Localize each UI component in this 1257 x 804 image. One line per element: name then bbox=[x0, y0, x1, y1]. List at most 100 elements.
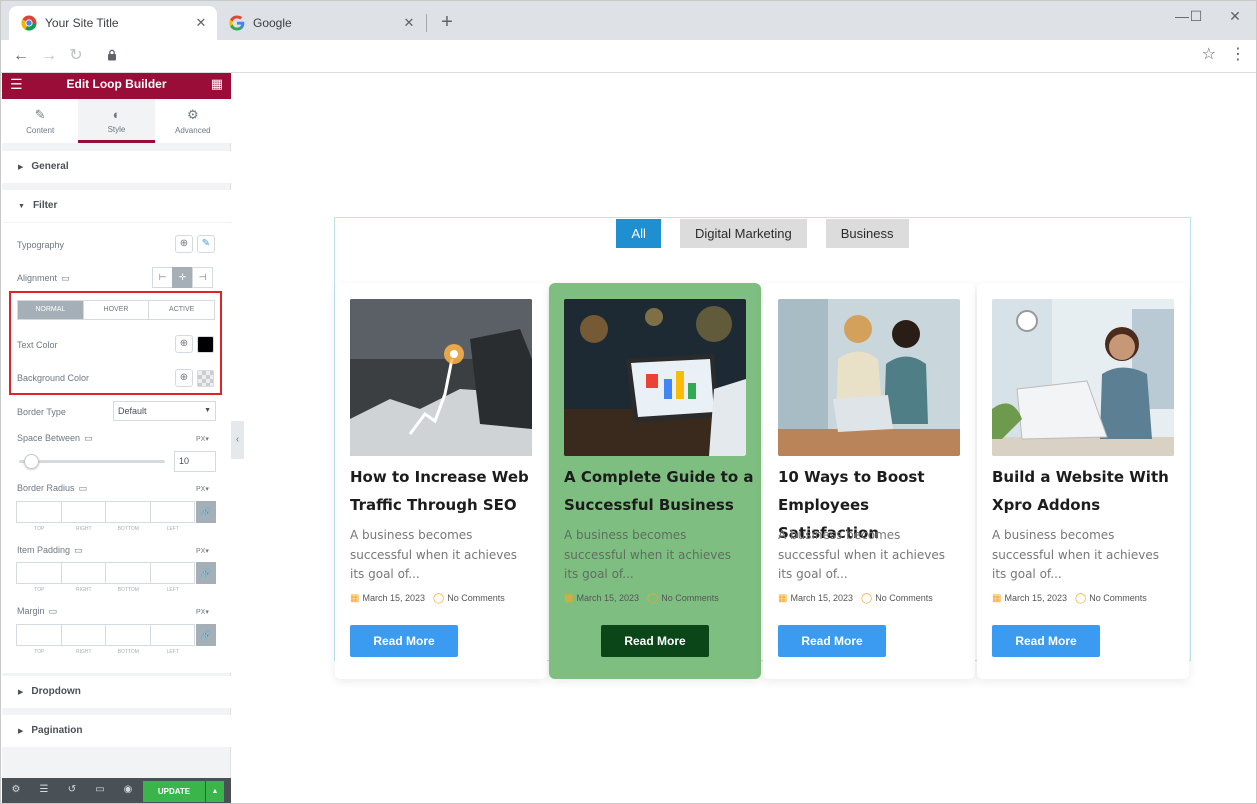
post-meta: ▦ March 15, 2023 ◯ No Comments bbox=[350, 593, 505, 604]
dim-bottom-input[interactable] bbox=[105, 562, 151, 584]
unit-selector[interactable]: PX▾ bbox=[196, 547, 209, 555]
post-image[interactable] bbox=[350, 299, 532, 456]
read-more-button[interactable]: Read More bbox=[601, 625, 709, 657]
layers-icon[interactable]: ☰ bbox=[36, 784, 52, 795]
read-more-button[interactable]: Read More bbox=[350, 625, 458, 657]
dim-right-input[interactable] bbox=[60, 562, 106, 584]
comment-icon: ◯ bbox=[647, 593, 659, 604]
tab-advanced[interactable]: ⚙ Advanced bbox=[155, 99, 231, 143]
responsive-mode-icon[interactable]: ▭ bbox=[92, 784, 108, 795]
update-button[interactable]: UPDATE bbox=[143, 781, 205, 802]
section-general[interactable]: ▶ General bbox=[2, 151, 231, 183]
link-values-icon[interactable]: 🔗 bbox=[196, 562, 216, 584]
post-excerpt: A business becomes successful when it ac… bbox=[564, 528, 732, 581]
widgets-grid-icon[interactable]: ▦ bbox=[211, 73, 223, 95]
google-icon bbox=[229, 15, 245, 31]
post-excerpt: A business becomes successful when it ac… bbox=[992, 528, 1160, 581]
align-left-icon[interactable]: ⊢ bbox=[152, 267, 173, 288]
margin-inputs bbox=[16, 624, 195, 646]
bookmark-star-icon[interactable]: ☆ bbox=[1202, 44, 1216, 64]
section-filter[interactable]: ▼ Filter bbox=[2, 190, 231, 222]
alignment-label: Alignment ▭ bbox=[17, 273, 70, 283]
read-more-button[interactable]: Read More bbox=[992, 625, 1100, 657]
dim-left-input[interactable] bbox=[149, 501, 195, 523]
tab-your-site-title[interactable]: Your Site Title ✕ bbox=[9, 6, 217, 40]
tab-google[interactable]: Google ✕ bbox=[217, 6, 425, 40]
comment-icon: ◯ bbox=[861, 593, 873, 604]
close-window-button[interactable]: ✕ bbox=[1220, 5, 1250, 27]
item-padding-label: Item Padding ▭ bbox=[17, 545, 83, 555]
post-image[interactable] bbox=[564, 299, 746, 456]
forward-button[interactable]: → bbox=[38, 45, 60, 67]
filter-all[interactable]: All bbox=[616, 219, 661, 248]
maximize-button[interactable]: ☐ bbox=[1181, 5, 1211, 27]
align-center-icon[interactable]: ✛ bbox=[172, 267, 193, 288]
alignment-control: ⊢ ✛ ⊣ bbox=[152, 267, 213, 288]
close-tab-icon[interactable]: ✕ bbox=[191, 15, 211, 31]
section-title: Pagination bbox=[31, 725, 83, 736]
globe-icon[interactable]: ⊕ bbox=[175, 235, 193, 253]
dim-left-input[interactable] bbox=[149, 624, 195, 646]
link-values-icon[interactable]: 🔗 bbox=[196, 624, 216, 646]
tab-style[interactable]: ◐ Style bbox=[78, 99, 155, 143]
typography-label: Typography bbox=[17, 240, 65, 250]
tab-label: Advanced bbox=[175, 126, 211, 135]
dim-bottom-input[interactable] bbox=[105, 501, 151, 523]
comment-icon: ◯ bbox=[433, 593, 445, 604]
post-card: 10 Ways to Boost Employees Satisfaction … bbox=[763, 283, 975, 679]
post-meta: ▦ March 15, 2023 ◯ No Comments bbox=[564, 593, 719, 604]
unit-selector[interactable]: PX▾ bbox=[196, 435, 209, 443]
new-tab-button[interactable]: + bbox=[435, 10, 459, 34]
space-between-input[interactable]: 10 bbox=[174, 451, 216, 472]
border-type-select[interactable]: Default ▼ bbox=[113, 401, 216, 421]
hamburger-menu-icon[interactable]: ☰ bbox=[10, 73, 23, 95]
settings-gear-icon[interactable]: ⚙ bbox=[8, 784, 24, 795]
section-pagination[interactable]: ▶ Pagination bbox=[2, 715, 231, 747]
unit-selector[interactable]: PX▾ bbox=[196, 485, 209, 493]
unit-selector[interactable]: PX▾ bbox=[196, 608, 209, 616]
tab-label: Content bbox=[26, 126, 55, 135]
history-icon[interactable]: ↺ bbox=[64, 784, 80, 795]
back-button[interactable]: ← bbox=[10, 45, 32, 67]
panel-footer: ⚙ ☰ ↺ ▭ ◉ UPDATE ▲ bbox=[2, 778, 231, 803]
address-bar[interactable] bbox=[97, 44, 1223, 69]
space-between-slider[interactable] bbox=[19, 460, 165, 463]
post-excerpt: A business becomes successful when it ac… bbox=[350, 528, 518, 581]
align-right-icon[interactable]: ⊣ bbox=[192, 267, 213, 288]
section-dropdown[interactable]: ▶ Dropdown bbox=[2, 676, 231, 708]
panel-title: Edit Loop Builder bbox=[66, 77, 167, 91]
tab-title: Your Site Title bbox=[45, 16, 119, 30]
browser-menu-icon[interactable]: ⋮ bbox=[1230, 44, 1246, 64]
dim-top-input[interactable] bbox=[16, 562, 62, 584]
post-image[interactable] bbox=[992, 299, 1174, 456]
caret-right-icon: ▶ bbox=[18, 728, 24, 735]
dim-bottom-input[interactable] bbox=[105, 624, 151, 646]
filter-digital-marketing[interactable]: Digital Marketing bbox=[679, 219, 807, 248]
post-title[interactable]: How to Increase Web Traffic Through SEO bbox=[350, 463, 540, 519]
post-title[interactable]: A Complete Guide to a Successful Busines… bbox=[564, 463, 754, 519]
post-title[interactable]: Build a Website With Xpro Addons bbox=[992, 463, 1182, 519]
filter-business[interactable]: Business bbox=[825, 219, 909, 248]
dim-right-input[interactable] bbox=[60, 624, 106, 646]
gear-icon: ⚙ bbox=[186, 107, 199, 122]
dim-left-input[interactable] bbox=[149, 562, 195, 584]
post-image[interactable] bbox=[778, 299, 960, 456]
caret-down-icon: ▼ bbox=[18, 203, 25, 210]
preview-eye-icon[interactable]: ◉ bbox=[120, 784, 136, 795]
reload-button[interactable]: ↻ bbox=[65, 45, 87, 67]
calendar-icon: ▦ bbox=[350, 593, 360, 604]
edit-typography-icon[interactable]: ✎ bbox=[197, 235, 215, 253]
read-more-button[interactable]: Read More bbox=[778, 625, 886, 657]
dim-right-input[interactable] bbox=[60, 501, 106, 523]
chevron-up-icon[interactable]: ▲ bbox=[206, 781, 224, 802]
dim-top-input[interactable] bbox=[16, 501, 62, 523]
slider-handle[interactable] bbox=[24, 454, 39, 469]
calendar-icon: ▦ bbox=[992, 593, 1002, 604]
dim-top-input[interactable] bbox=[16, 624, 62, 646]
dim-labels: TOP RIGHT BOTTOM LEFT bbox=[34, 526, 179, 532]
close-tab-icon[interactable]: ✕ bbox=[399, 15, 419, 31]
collapse-panel-chevron-icon[interactable]: ‹ bbox=[231, 421, 244, 459]
link-values-icon[interactable]: 🔗 bbox=[196, 501, 216, 523]
tab-content[interactable]: ✎ Content bbox=[2, 99, 78, 143]
tab-bar: Your Site Title ✕ Google ✕ + — ☐ ✕ bbox=[1, 1, 1256, 40]
